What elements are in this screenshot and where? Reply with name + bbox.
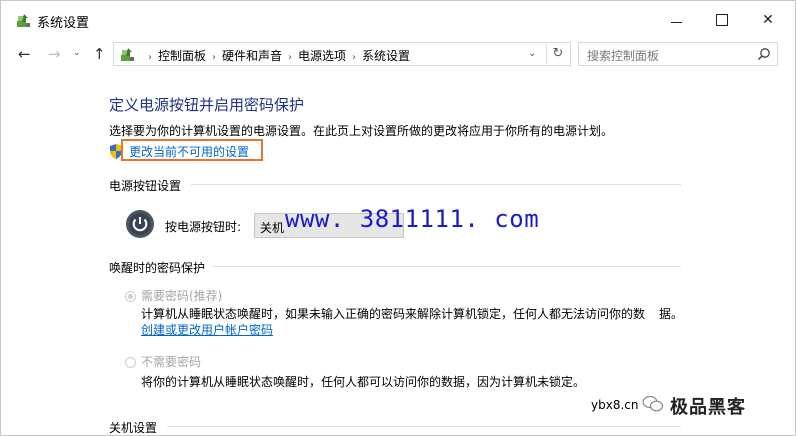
breadcrumb-system-settings[interactable]: 系统设置	[362, 49, 410, 63]
power-button-section-heading: 电源按钮设置	[109, 179, 182, 193]
close-icon: ✕	[762, 12, 774, 28]
minimize-icon	[670, 21, 682, 23]
up-arrow-icon[interactable]: ↑	[93, 45, 106, 63]
maximize-icon	[716, 14, 728, 26]
require-password-radio[interactable]	[125, 291, 136, 302]
change-unavailable-settings-link[interactable]: 更改当前不可用的设置	[121, 139, 263, 161]
breadcrumb-power-options[interactable]: 电源选项	[298, 49, 346, 63]
breadcrumb-separator[interactable]: ›	[212, 52, 216, 63]
refresh-icon[interactable]: ↻	[546, 44, 569, 64]
breadcrumb-separator: ›	[148, 52, 152, 63]
watermark-text: www. 3811111. com	[285, 205, 540, 233]
wake-password-section-heading: 唤醒时的密码保护	[109, 261, 206, 275]
no-password-radio[interactable]	[125, 357, 136, 368]
address-dropdown-icon[interactable]: ⌄	[528, 48, 536, 59]
control-panel-icon	[121, 48, 134, 61]
page-description: 选择要为你的计算机设置的电源设置。在此页上对设置所做的更改将应用于你所有的电源计…	[109, 124, 614, 138]
window-title: 系统设置	[37, 16, 90, 31]
no-password-description: 将你的计算机从睡眠状态唤醒时，任何人都可以访问你的数据，因为计算机未锁定。	[141, 375, 586, 389]
page-title: 定义电源按钮并启用密码保护	[109, 96, 305, 114]
control-panel-window: 系统设置 ✕ ← → ⌄ ↑ › 控制面板 › 硬件和声音 › 电源选项 › 系统设置 ⌄ ↻…	[0, 0, 796, 436]
section-divider	[213, 266, 681, 267]
breadcrumb-hardware-sound[interactable]: 硬件和声音	[222, 49, 282, 63]
section-divider	[167, 426, 681, 427]
search-icon[interactable]	[757, 47, 771, 61]
minimize-button[interactable]	[653, 1, 699, 39]
power-button-icon	[126, 210, 154, 238]
breadcrumb-separator[interactable]: ›	[352, 52, 356, 63]
address-bar[interactable]: › 控制面板 › 硬件和声音 › 电源选项 › 系统设置 ⌄ ↻	[113, 42, 571, 66]
site-watermark: ybx8.cn	[591, 398, 639, 412]
brand-watermark: 极品黑客	[670, 397, 746, 418]
back-arrow-icon[interactable]: ←	[18, 45, 31, 63]
require-password-description: 计算机从睡眠状态唤醒时，如果未输入正确的密码来解除计算机锁定，任何人都无法访问你…	[141, 307, 646, 321]
breadcrumb-separator[interactable]: ›	[288, 52, 292, 63]
close-button[interactable]: ✕	[745, 1, 791, 39]
recent-locations-icon[interactable]: ⌄	[73, 48, 81, 58]
power-button-label: 按电源按钮时:	[165, 220, 242, 234]
title-bar: 系统设置 ✕	[1, 1, 795, 39]
breadcrumb: › 控制面板 › 硬件和声音 › 电源选项 › 系统设置	[142, 47, 410, 64]
search-input[interactable]: 搜索控制面板	[578, 42, 778, 66]
create-change-password-link[interactable]: 创建或更改用户帐户密码	[141, 321, 273, 338]
breadcrumb-control-panel[interactable]: 控制面板	[158, 49, 206, 63]
power-options-icon	[17, 14, 30, 27]
navigation-bar: ← → ⌄ ↑ › 控制面板 › 硬件和声音 › 电源选项 › 系统设置 ⌄ ↻ 搜索控制面板	[1, 39, 795, 71]
shutdown-section-heading: 关机设置	[109, 421, 158, 435]
maximize-button[interactable]	[699, 1, 745, 39]
change-unavailable-settings-label[interactable]: 更改当前不可用的设置	[129, 143, 249, 160]
power-button-action-value: 关机	[260, 221, 285, 235]
wechat-icon	[642, 395, 664, 412]
no-password-label: 不需要密码	[141, 355, 202, 369]
forward-arrow-icon[interactable]: →	[48, 45, 61, 63]
search-placeholder: 搜索控制面板	[587, 49, 660, 63]
section-divider	[191, 184, 681, 185]
require-password-label: 需要密码(推荐)	[141, 289, 223, 303]
require-password-description-end: 据。	[659, 307, 684, 321]
